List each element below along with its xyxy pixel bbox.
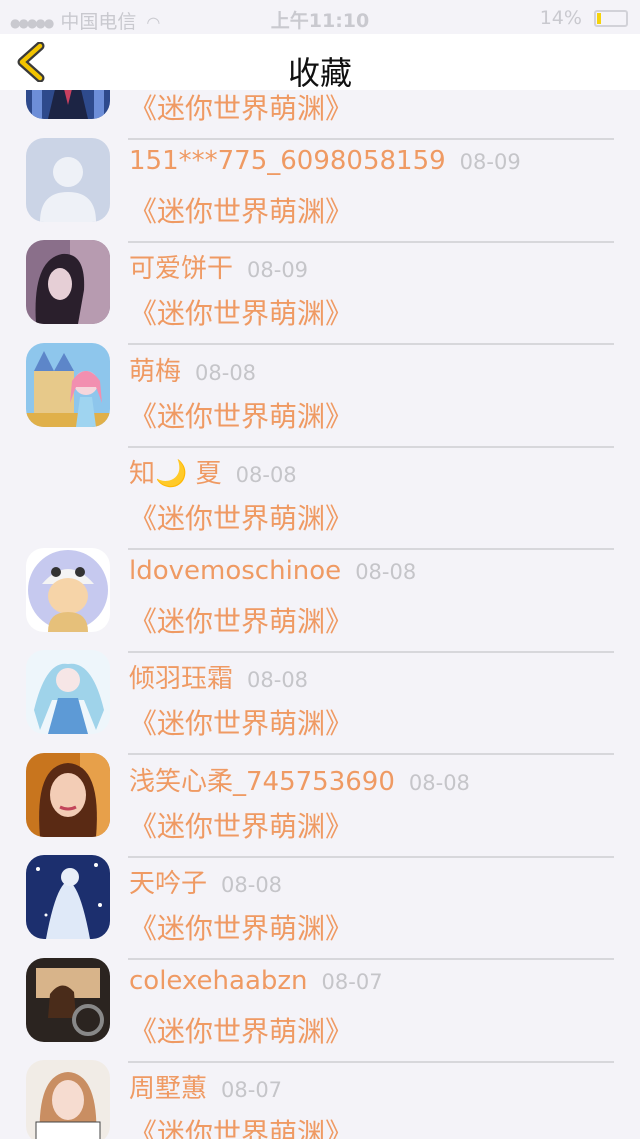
user-name[interactable]: colexehaabzn xyxy=(129,966,308,996)
item-header: ldovemoschinoe 08-08 xyxy=(129,556,416,586)
battery-icon xyxy=(594,10,628,27)
page-title: 收藏 xyxy=(287,54,352,92)
navigation-bar: 收藏 xyxy=(0,34,640,92)
status-right: 14% xyxy=(540,7,628,29)
anime-girl-blue-avatar-icon xyxy=(26,90,110,119)
item-title[interactable]: 《迷你世界萌渊》 xyxy=(129,600,353,640)
item-header: 151***775_6098058159 08-09 xyxy=(129,146,521,176)
item-date: 08-08 xyxy=(195,360,257,385)
cartoon-child-icon xyxy=(26,547,110,632)
item-header: 萌梅 08-08 xyxy=(129,351,256,388)
avatar xyxy=(26,342,110,427)
item-title[interactable]: 《迷你世界萌渊》 xyxy=(129,90,353,127)
user-name[interactable]: 天吟子 xyxy=(129,869,207,899)
girl-with-sign-icon xyxy=(26,1060,110,1139)
item-header: 可爱饼干 08-09 xyxy=(129,248,308,285)
dark-hair-girl-icon xyxy=(26,240,110,324)
item-title[interactable]: 《迷你世界萌渊》 xyxy=(129,907,353,947)
item-header: 浅笑心柔_745753690 08-08 xyxy=(129,761,470,798)
avatar xyxy=(26,957,110,1042)
user-name[interactable]: 萌梅 xyxy=(129,357,181,387)
item-header: 周墅蕙 08-07 xyxy=(129,1068,282,1105)
list-item[interactable]: ldovemoschinoe 08-08 《迷你世界萌渊》 xyxy=(0,538,640,653)
list-item[interactable]: 《迷你世界萌渊》 xyxy=(0,90,640,140)
user-name[interactable]: ldovemoschinoe xyxy=(129,556,341,586)
list-item[interactable]: 可爱饼干 08-09 《迷你世界萌渊》 xyxy=(0,230,640,345)
item-header: 知🌙 夏 08-08 xyxy=(129,453,297,490)
avatar xyxy=(26,137,110,222)
item-title[interactable]: 《迷你世界萌渊》 xyxy=(129,395,353,435)
list-item[interactable]: colexehaabzn 08-07 《迷你世界萌渊》 xyxy=(0,948,640,1063)
user-name[interactable]: 倾羽珏霜 xyxy=(129,664,233,694)
item-title[interactable]: 《迷你世界萌渊》 xyxy=(129,497,353,537)
item-header: 天吟子 08-08 xyxy=(129,863,282,900)
item-date: 08-09 xyxy=(459,149,521,174)
castle-girl-icon xyxy=(26,342,110,427)
list-item[interactable]: 151***775_6098058159 08-09 《迷你世界萌渊》 xyxy=(0,128,640,243)
avatar xyxy=(26,1060,110,1139)
item-date: 08-08 xyxy=(235,463,297,487)
default-person-icon xyxy=(26,137,110,222)
avatar xyxy=(26,240,110,324)
item-title[interactable]: 《迷你世界萌渊》 xyxy=(129,1010,353,1050)
favorites-list[interactable]: 《迷你世界萌渊》 151***775_6098058159 08-09 《迷你世界… xyxy=(0,90,640,1139)
starry-angel-icon xyxy=(26,855,110,939)
avatar xyxy=(26,650,110,734)
item-date: 08-07 xyxy=(321,969,383,994)
avatar xyxy=(26,855,110,939)
list-item[interactable]: 浅笑心柔_745753690 08-08 《迷你世界萌渊》 xyxy=(0,743,640,858)
status-bar: ●●●●● 中国电信 ◠ 上午11:10 14% xyxy=(0,0,640,34)
user-name[interactable]: 151***775_6098058159 xyxy=(129,146,446,176)
list-item[interactable]: 萌梅 08-08 《迷你世界萌渊》 xyxy=(0,333,640,448)
list-item[interactable]: 知🌙 夏 08-08 《迷你世界萌渊》 xyxy=(0,435,640,550)
battery-percent: 14% xyxy=(539,7,582,29)
woman-photo-icon xyxy=(26,752,110,837)
item-date: 08-07 xyxy=(221,1078,283,1102)
item-date: 08-08 xyxy=(408,770,470,795)
item-date: 08-08 xyxy=(247,668,309,692)
item-title[interactable]: 《迷你世界萌渊》 xyxy=(129,190,353,230)
user-name[interactable]: 可爱饼干 xyxy=(129,254,233,284)
item-title[interactable]: 《迷你世界萌渊》 xyxy=(129,292,353,332)
user-name[interactable]: 浅笑心柔_745753690 xyxy=(129,767,395,797)
item-date: 08-09 xyxy=(247,258,309,282)
list-item[interactable]: 天吟子 08-08 《迷你世界萌渊》 xyxy=(0,845,640,960)
item-date: 08-08 xyxy=(355,559,417,584)
item-title[interactable]: 《迷你世界萌渊》 xyxy=(129,1112,353,1139)
blue-dress-girl-icon xyxy=(26,650,110,734)
user-name[interactable]: 周墅蕙 xyxy=(129,1074,207,1104)
avatar xyxy=(26,90,110,119)
item-header: 倾羽珏霜 08-08 xyxy=(129,658,308,695)
car-driver-icon xyxy=(26,957,110,1042)
avatar xyxy=(26,752,110,837)
list-item[interactable]: 倾羽珏霜 08-08 《迷你世界萌渊》 xyxy=(0,640,640,755)
item-header: colexehaabzn 08-07 xyxy=(129,966,383,996)
item-date: 08-08 xyxy=(221,873,283,897)
item-title[interactable]: 《迷你世界萌渊》 xyxy=(129,702,353,742)
item-title[interactable]: 《迷你世界萌渊》 xyxy=(129,805,353,845)
avatar xyxy=(26,445,110,529)
user-name[interactable]: 知🌙 夏 xyxy=(129,459,222,489)
list-item[interactable]: 周墅蕙 08-07 《迷你世界萌渊》 xyxy=(0,1050,640,1139)
avatar xyxy=(26,547,110,632)
